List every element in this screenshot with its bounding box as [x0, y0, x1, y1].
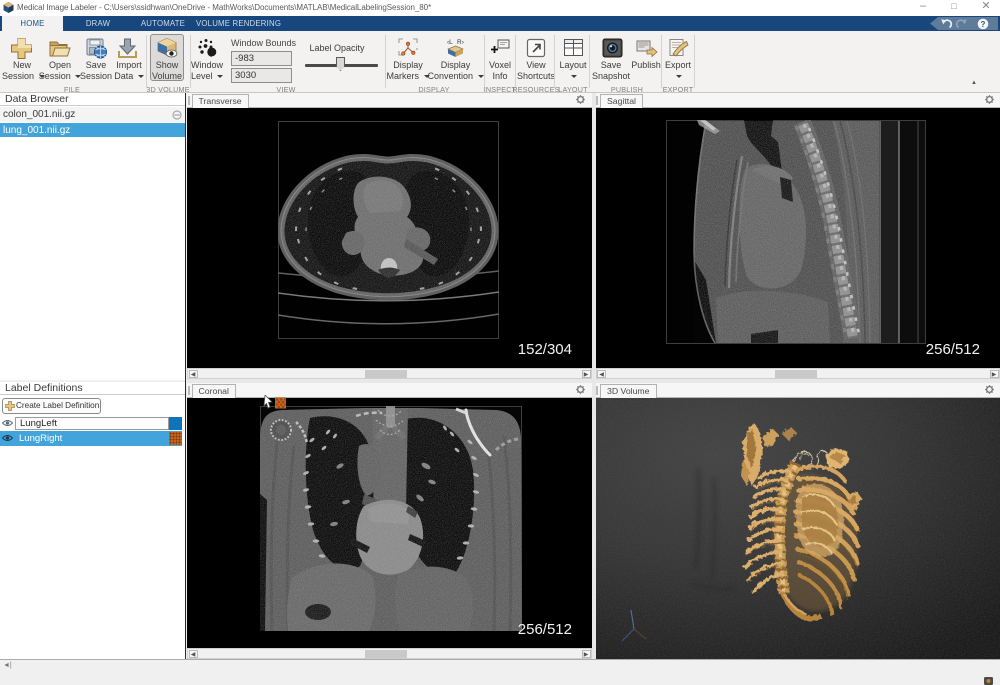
- svg-text:R›: R›: [457, 39, 464, 46]
- svg-text:?: ?: [981, 20, 986, 29]
- svg-text:‹L: ‹L: [447, 39, 453, 46]
